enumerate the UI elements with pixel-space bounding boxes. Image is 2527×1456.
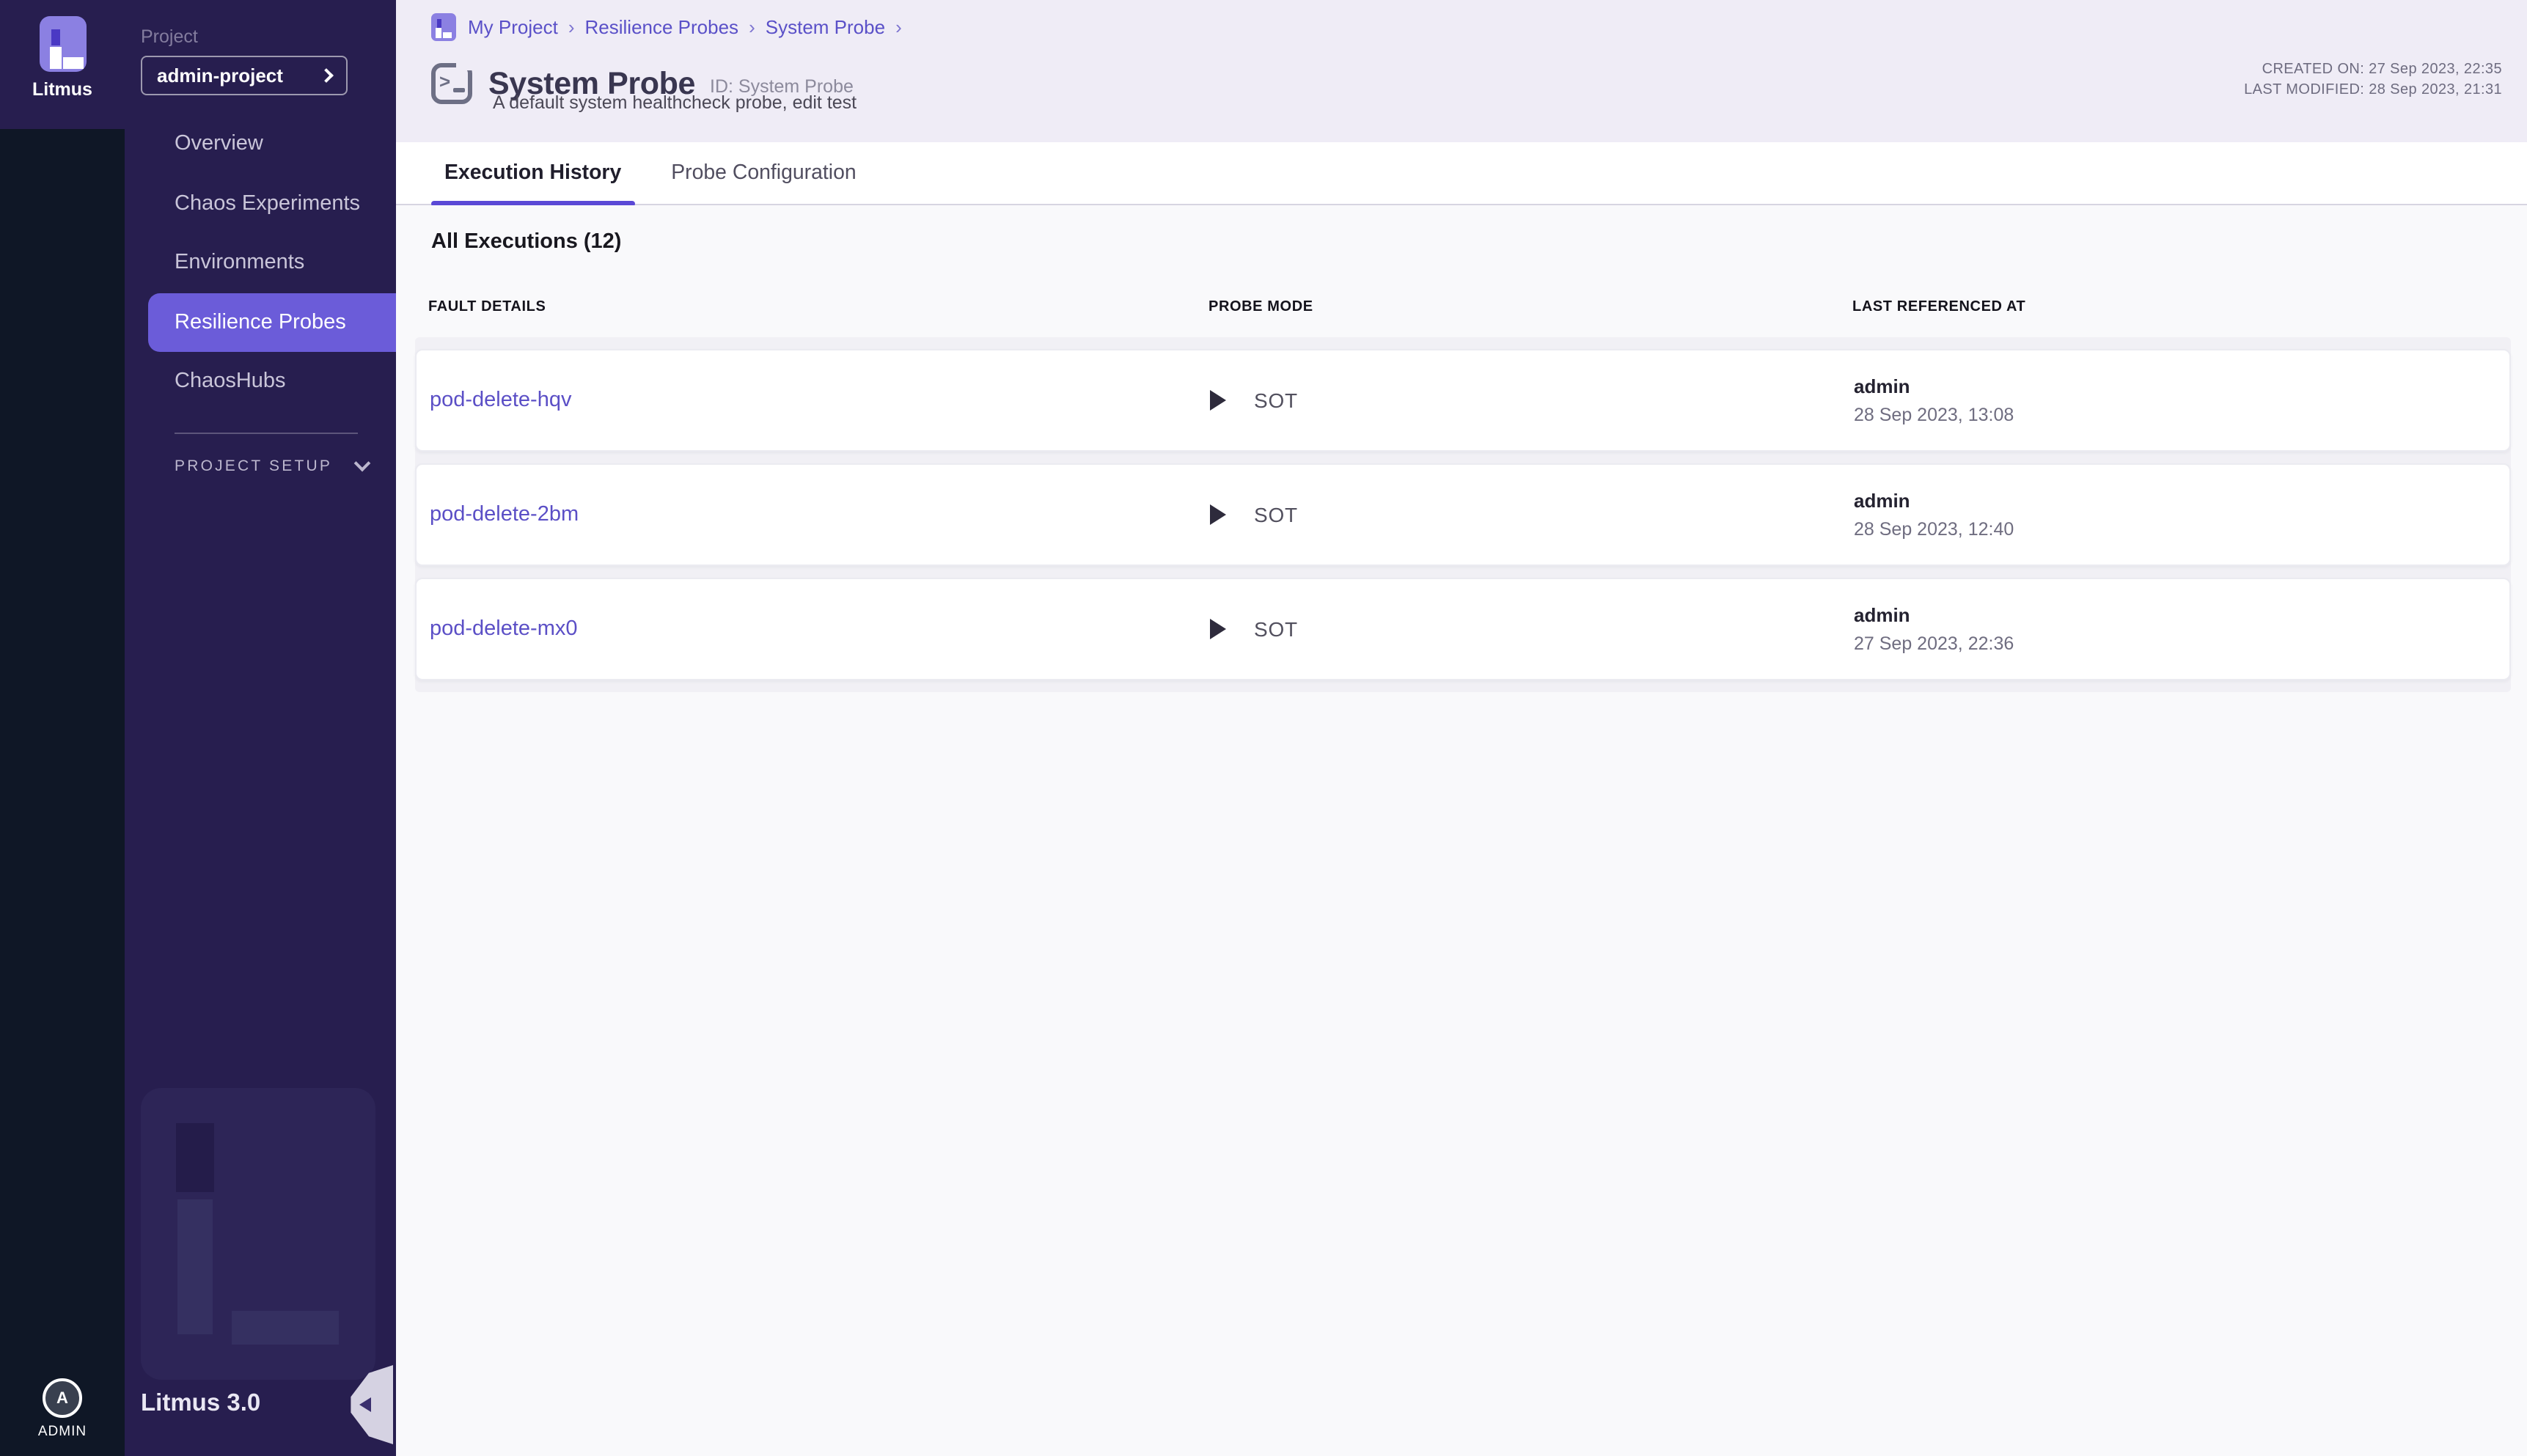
chevron-down-icon bbox=[353, 455, 370, 472]
table-header-row: FAULT DETAILS PROBE MODE LAST REFERENCED… bbox=[415, 299, 2511, 315]
brand-block[interactable]: Litmus bbox=[0, 0, 125, 129]
tab-probe-configuration[interactable]: Probe Configuration bbox=[658, 142, 869, 204]
breadcrumb-separator-icon: › bbox=[568, 16, 575, 38]
referenced-at: 28 Sep 2023, 12:40 bbox=[1854, 519, 2509, 540]
probe-mode-value: SOT bbox=[1254, 389, 1298, 412]
tab-execution-history[interactable]: Execution History bbox=[431, 142, 634, 204]
probe-mode-value: SOT bbox=[1254, 617, 1298, 641]
breadcrumb-separator-icon: › bbox=[895, 16, 902, 38]
version-label: Litmus 3.0 bbox=[141, 1390, 260, 1418]
icon-rail: Litmus A ADMIN bbox=[0, 0, 125, 1456]
project-selector[interactable]: admin-project bbox=[141, 56, 348, 95]
litmus-watermark bbox=[141, 1088, 375, 1380]
fault-link[interactable]: pod-delete-hqv bbox=[430, 389, 572, 412]
referenced-by: admin bbox=[1854, 375, 2509, 397]
referenced-by: admin bbox=[1854, 604, 2509, 626]
terminal-probe-icon: > bbox=[431, 63, 472, 104]
breadcrumb-system-probe[interactable]: System Probe bbox=[766, 16, 885, 38]
breadcrumb-resilience-probes[interactable]: Resilience Probes bbox=[585, 16, 739, 38]
execution-history-panel: All Executions (12) FAULT DETAILS PROBE … bbox=[396, 205, 2527, 1456]
created-on: CREATED ON: 27 Sep 2023, 22:35 bbox=[2244, 60, 2502, 80]
sidebar-item-environments[interactable]: Environments bbox=[125, 233, 396, 293]
screen: Litmus A ADMIN Project admin-project Ove… bbox=[0, 0, 2527, 1456]
main-area: My Project › Resilience Probes › System … bbox=[396, 0, 2527, 1456]
collapse-arrow-icon bbox=[359, 1397, 371, 1412]
play-icon[interactable] bbox=[1210, 390, 1226, 411]
referenced-by: admin bbox=[1854, 490, 2509, 512]
project-label: Project bbox=[141, 26, 198, 47]
fault-link[interactable]: pod-delete-mx0 bbox=[430, 617, 578, 641]
tab-bar: Execution History Probe Configuration bbox=[396, 142, 2527, 205]
user-block[interactable]: A ADMIN bbox=[0, 1378, 125, 1440]
sidebar-item-overview[interactable]: Overview bbox=[125, 114, 396, 174]
sidebar-item-chaos-experiments[interactable]: Chaos Experiments bbox=[125, 174, 396, 233]
breadcrumb: My Project › Resilience Probes › System … bbox=[431, 13, 912, 41]
executions-list: pod-delete-hqv SOT admin 28 Sep 2023, 13… bbox=[415, 337, 2511, 692]
play-icon[interactable] bbox=[1210, 619, 1226, 639]
referenced-at: 28 Sep 2023, 13:08 bbox=[1854, 405, 2509, 425]
avatar[interactable]: A bbox=[43, 1378, 82, 1418]
last-modified: LAST MODIFIED: 28 Sep 2023, 21:31 bbox=[2244, 80, 2502, 100]
probe-description: A default system healthcheck probe, edit… bbox=[493, 92, 857, 113]
page-header: My Project › Resilience Probes › System … bbox=[396, 0, 2527, 142]
fault-link[interactable]: pod-delete-2bm bbox=[430, 503, 579, 526]
play-icon[interactable] bbox=[1210, 504, 1226, 525]
column-last-referenced: LAST REFERENCED AT bbox=[1852, 299, 2511, 315]
table-row[interactable]: pod-delete-2bm SOT admin 28 Sep 2023, 12… bbox=[415, 463, 2511, 566]
sidebar: Project admin-project Overview Chaos Exp… bbox=[125, 0, 396, 1456]
project-name: admin-project bbox=[157, 65, 321, 87]
sidebar-nav: Overview Chaos Experiments Environments … bbox=[125, 114, 396, 411]
executions-heading: All Executions (12) bbox=[431, 230, 621, 254]
sidebar-divider bbox=[175, 433, 358, 434]
user-label: ADMIN bbox=[0, 1424, 125, 1440]
probe-mode-value: SOT bbox=[1254, 503, 1298, 526]
table-row[interactable]: pod-delete-hqv SOT admin 28 Sep 2023, 13… bbox=[415, 349, 2511, 452]
probe-meta: CREATED ON: 27 Sep 2023, 22:35 LAST MODI… bbox=[2244, 60, 2502, 100]
breadcrumb-separator-icon: › bbox=[749, 16, 755, 38]
litmus-app: Litmus A ADMIN Project admin-project Ove… bbox=[0, 0, 2527, 1456]
breadcrumb-my-project[interactable]: My Project bbox=[468, 16, 558, 38]
column-fault-details: FAULT DETAILS bbox=[415, 299, 1209, 315]
referenced-at: 27 Sep 2023, 22:36 bbox=[1854, 633, 2509, 654]
project-setup-label: PROJECT SETUP bbox=[175, 457, 332, 475]
project-setup-toggle[interactable]: PROJECT SETUP bbox=[175, 457, 367, 475]
table-row[interactable]: pod-delete-mx0 SOT admin 27 Sep 2023, 22… bbox=[415, 578, 2511, 680]
sidebar-item-chaoshubs[interactable]: ChaosHubs bbox=[125, 352, 396, 411]
chevron-right-icon bbox=[319, 68, 334, 83]
litmus-logo-icon bbox=[40, 16, 87, 72]
brand-label: Litmus bbox=[0, 79, 125, 100]
sidebar-item-resilience-probes[interactable]: Resilience Probes bbox=[148, 293, 396, 352]
column-probe-mode: PROBE MODE bbox=[1209, 299, 1852, 315]
breadcrumb-litmus-icon bbox=[431, 13, 456, 41]
